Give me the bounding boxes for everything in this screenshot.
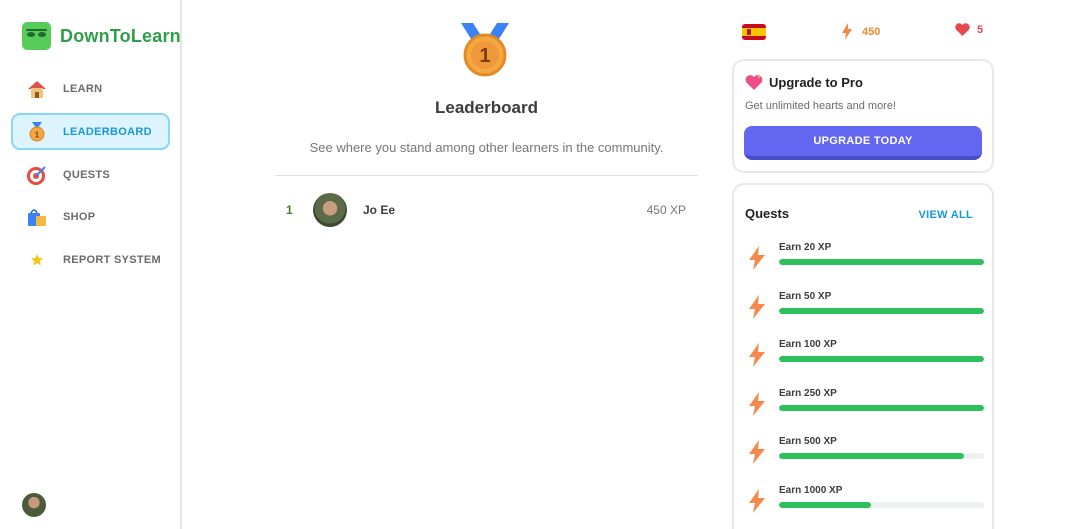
hearts-value: 5 — [977, 23, 984, 36]
sidebar-item-quests[interactable]: QUESTS — [11, 156, 170, 193]
medal-rank: 1 — [479, 45, 490, 67]
quest-label: Earn 50 XP — [779, 290, 832, 302]
quest-progress-bar — [779, 501, 984, 508]
brand-name: DownToLearn — [60, 25, 181, 46]
leaderboard-xp: 450 XP — [646, 203, 686, 217]
quest-item[interactable]: Earn 100 XP — [745, 339, 985, 375]
quest-progress-bar — [779, 356, 984, 362]
quest-progress-bar — [779, 307, 984, 314]
sidebar-item-label: REPORT SYSTEM — [63, 253, 162, 266]
pro-title: Upgrade to Pro — [769, 74, 863, 90]
quest-progress-bar — [779, 404, 984, 411]
medal-icon: 1 — [460, 20, 510, 78]
lightning-icon — [749, 246, 765, 270]
house-icon — [25, 77, 49, 101]
logo-icon — [22, 22, 51, 50]
sidebar-item-report-system[interactable]: REPORT SYSTEM — [11, 241, 170, 278]
sidebar-item-label: LEARN — [63, 82, 103, 95]
quest-item[interactable]: Earn 1000 XP — [745, 485, 985, 521]
quests-card: Quests VIEW ALL Earn 20 XP Earn 50 XP Earn… — [732, 183, 994, 529]
leaderboard-row[interactable]: 1 Jo Ee 450 XP — [275, 190, 698, 230]
heart-icon — [955, 23, 970, 36]
quest-item[interactable]: Earn 50 XP — [745, 291, 985, 327]
page-title: Leaderboard — [435, 98, 538, 117]
avatar — [313, 193, 347, 227]
leaderboard-rank: 1 — [286, 203, 293, 217]
view-all-link[interactable]: VIEW ALL — [918, 209, 973, 221]
quest-label: Earn 100 XP — [779, 339, 837, 350]
quest-progress-fill — [779, 307, 984, 314]
hearts-counter[interactable]: 5 — [955, 23, 983, 36]
shopping-bags-icon — [25, 205, 49, 229]
leaderboard-name: Jo Ee — [363, 203, 396, 217]
quest-item[interactable]: Earn 250 XP — [745, 388, 985, 424]
star-icon — [25, 248, 49, 272]
lightning-icon — [749, 343, 765, 367]
xp-value: 450 — [862, 25, 881, 38]
quest-label: Earn 1000 XP — [779, 484, 843, 496]
xp-counter[interactable]: 450 — [842, 23, 880, 40]
quest-label: Earn 500 XP — [779, 436, 837, 447]
quest-label: Earn 250 XP — [779, 387, 837, 399]
sparkling-heart-icon — [745, 74, 763, 90]
upgrade-pro-card: Upgrade to Pro Get unlimited hearts and … — [732, 59, 994, 173]
medal-icon: 1 — [25, 120, 49, 144]
sidebar-item-label: SHOP — [63, 210, 96, 223]
quest-progress-fill — [779, 501, 872, 508]
brand[interactable]: DownToLearn — [22, 22, 181, 50]
divider — [275, 175, 698, 176]
quests-title: Quests — [745, 206, 790, 221]
quest-progress-fill — [779, 259, 984, 265]
lightning-icon — [749, 294, 765, 319]
sidebar-item-label: QUESTS — [63, 168, 111, 181]
svg-text:1: 1 — [35, 130, 40, 139]
lightning-icon — [749, 391, 765, 416]
quest-progress-bar — [779, 453, 984, 459]
pro-description: Get unlimited hearts and more! — [745, 100, 897, 112]
quest-progress-fill — [779, 404, 984, 411]
quest-progress-bar — [779, 259, 984, 265]
quest-label: Earn 20 XP — [779, 242, 832, 253]
pro-header: Upgrade to Pro — [745, 74, 863, 90]
quest-item[interactable]: Earn 500 XP — [745, 436, 985, 472]
sidebar-item-shop[interactable]: SHOP — [11, 198, 170, 235]
avatar[interactable] — [22, 493, 46, 517]
upgrade-button[interactable]: UPGRADE TODAY — [744, 126, 982, 160]
sidebar-item-leaderboard[interactable]: 1 LEADERBOARD — [11, 113, 170, 150]
quest-progress-fill — [779, 453, 964, 459]
sidebar-item-learn[interactable]: LEARN — [11, 70, 170, 107]
spain-flag-icon[interactable] — [742, 24, 766, 40]
sidebar-item-label: LEADERBOARD — [63, 125, 152, 138]
lightning-icon — [842, 23, 852, 40]
lightning-icon — [749, 488, 765, 513]
quest-progress-fill — [779, 356, 984, 362]
quest-item[interactable]: Earn 20 XP — [745, 242, 985, 278]
target-icon — [25, 163, 49, 187]
lightning-icon — [749, 440, 765, 464]
user-stats: 450 5 — [742, 22, 992, 42]
sidebar: DownToLearn LEARN 1 LEADERBOARD QUESTS S… — [0, 0, 182, 529]
page-subtitle: See where you stand among other learners… — [309, 140, 664, 155]
